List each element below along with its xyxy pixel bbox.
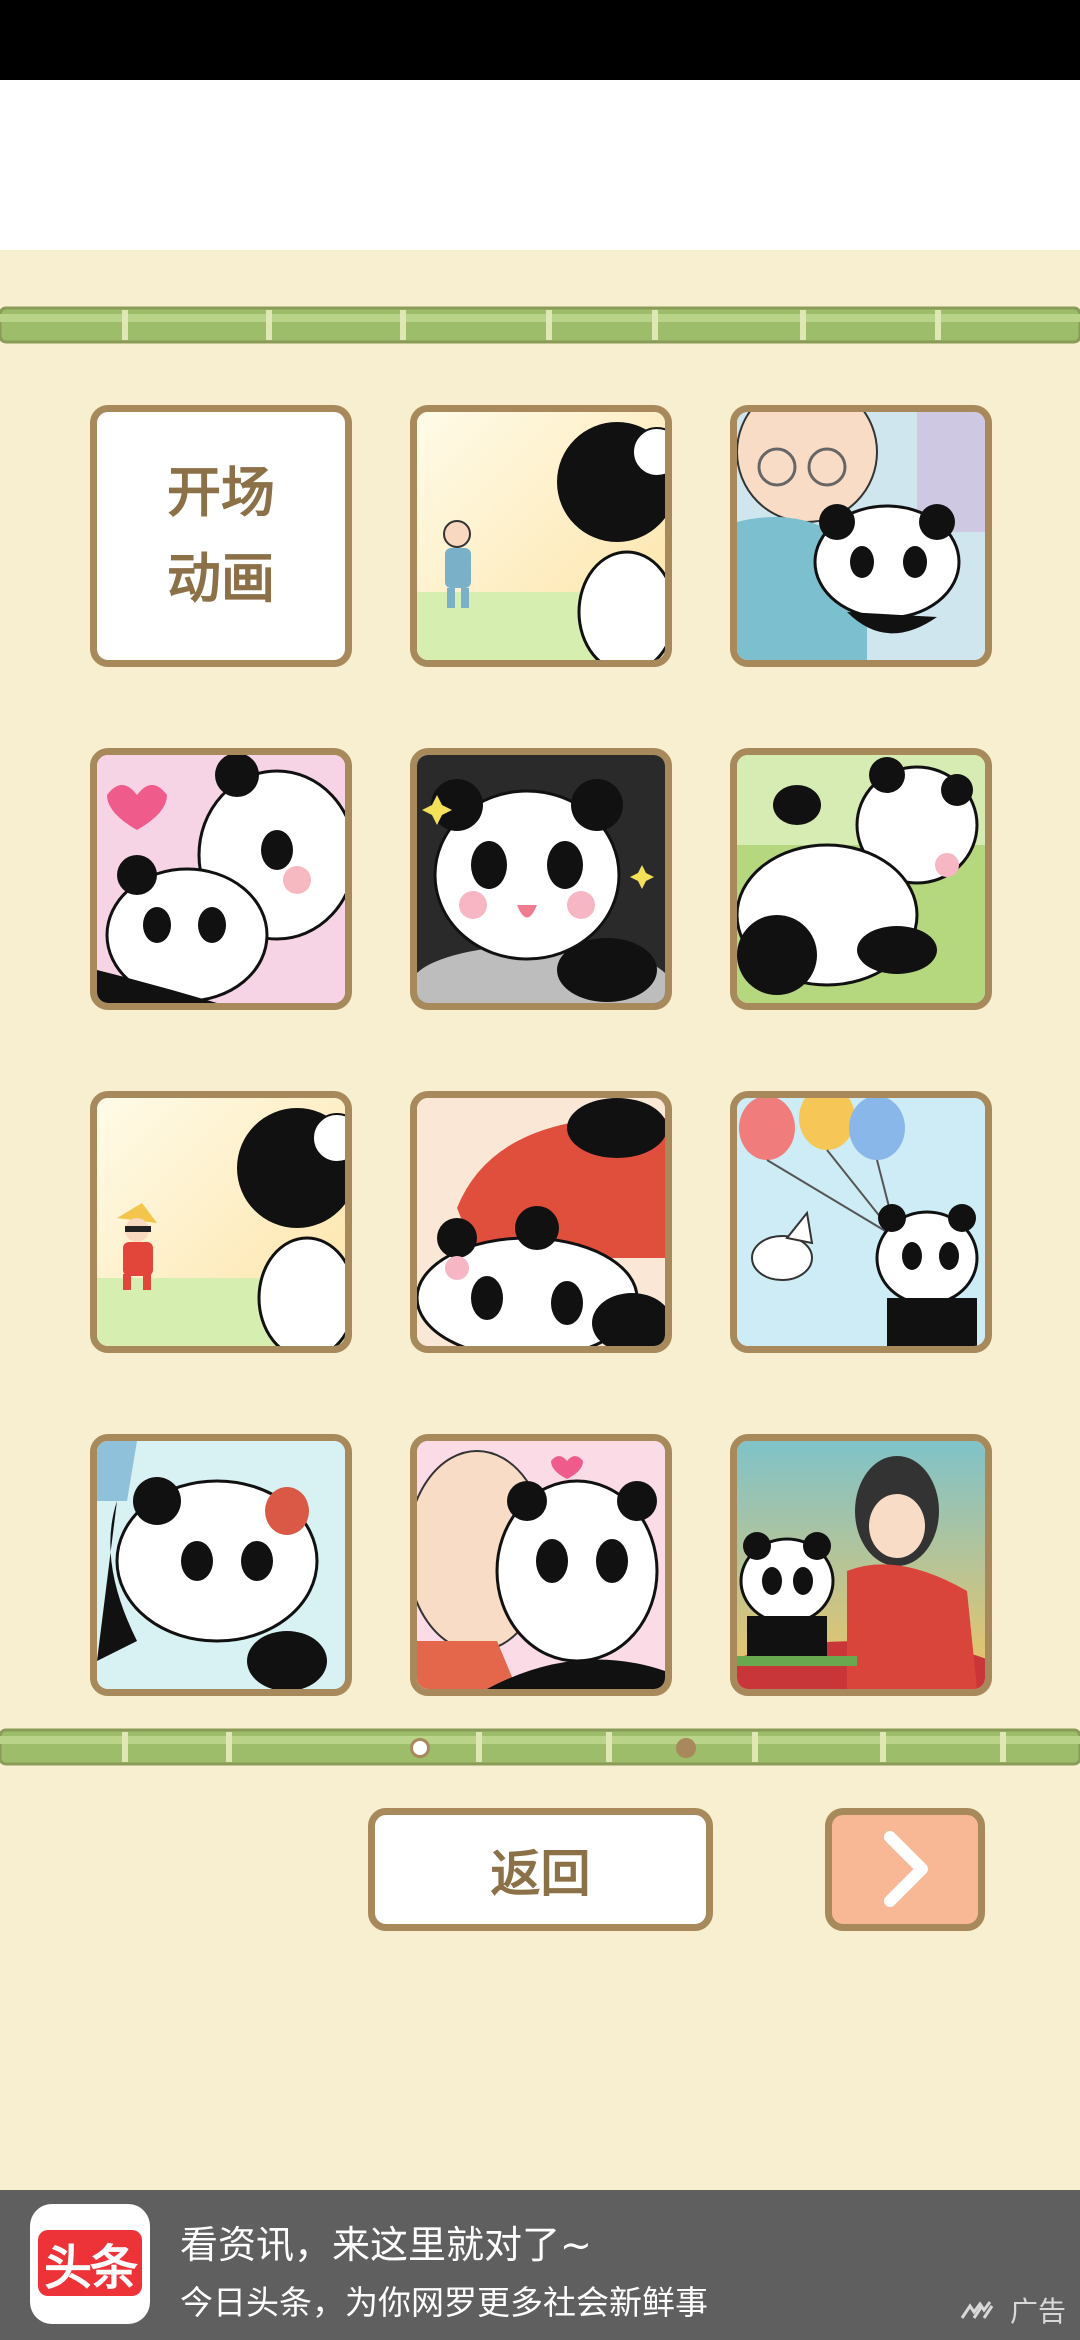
toutiao-logo: 头条 xyxy=(30,2204,150,2324)
tile-panda-lying-grass[interactable] xyxy=(730,748,992,1010)
ad-subtitle: 今日头条，为你网罗更多社会新鲜事 xyxy=(180,2283,708,2322)
bamboo-divider-bottom xyxy=(0,1728,1080,1766)
ad-label: 广告 xyxy=(960,2290,1066,2330)
bamboo-divider-top xyxy=(0,306,1080,344)
tile-baby-kiss-panda[interactable] xyxy=(410,1434,672,1696)
tile-panda-balloons[interactable] xyxy=(730,1091,992,1353)
tile-grandpa-meets-panda[interactable] xyxy=(410,405,672,667)
tile-opening-line2: 动画 xyxy=(167,547,275,610)
ad-tag-text: 广告 xyxy=(1010,2295,1067,2328)
page-dot-2[interactable] xyxy=(676,1738,696,1758)
back-button[interactable]: 返回 xyxy=(368,1808,713,1931)
tile-opening-line1: 开场 xyxy=(167,461,275,524)
top-blank-area xyxy=(0,80,1080,250)
page-dot-1-active[interactable] xyxy=(410,1738,430,1758)
tile-panda-crying[interactable] xyxy=(90,1434,352,1696)
tile-panda-sparkle[interactable] xyxy=(410,748,672,1010)
thumbnail-image xyxy=(737,755,985,1003)
next-page-button[interactable] xyxy=(825,1808,985,1931)
ad-network-icon xyxy=(960,2301,994,2319)
thumbnail-image xyxy=(737,1098,985,1346)
chevron-right-icon xyxy=(884,1831,928,1907)
thumbnail-image xyxy=(97,1098,345,1346)
tile-kimono-girl-panda[interactable] xyxy=(730,1434,992,1696)
thumbnail-image xyxy=(737,1441,985,1689)
tile-pandas-heart[interactable] xyxy=(90,748,352,1010)
tile-boy-meets-panda[interactable] xyxy=(90,1091,352,1353)
tile-grandpa-hugs-panda[interactable] xyxy=(730,405,992,667)
ad-title: 看资讯，来这里就对了~ xyxy=(180,2223,592,2267)
ad-banner[interactable]: 头条 看资讯，来这里就对了~ 今日头条，为你网罗更多社会新鲜事 广告 xyxy=(0,2190,1080,2340)
thumbnail-image xyxy=(97,1441,345,1689)
thumbnail-image xyxy=(417,755,665,1003)
logo-text: 头条 xyxy=(38,2230,142,2296)
thumbnail-image xyxy=(737,412,985,660)
thumbnail-image xyxy=(417,1441,665,1689)
tile-opening[interactable]: 开场 动画 xyxy=(90,405,352,667)
thumbnail-image xyxy=(417,1098,665,1346)
status-bar xyxy=(0,0,1080,80)
thumbnail-image xyxy=(97,755,345,1003)
thumbnail-image xyxy=(417,412,665,660)
tile-panda-red-jacket[interactable] xyxy=(410,1091,672,1353)
